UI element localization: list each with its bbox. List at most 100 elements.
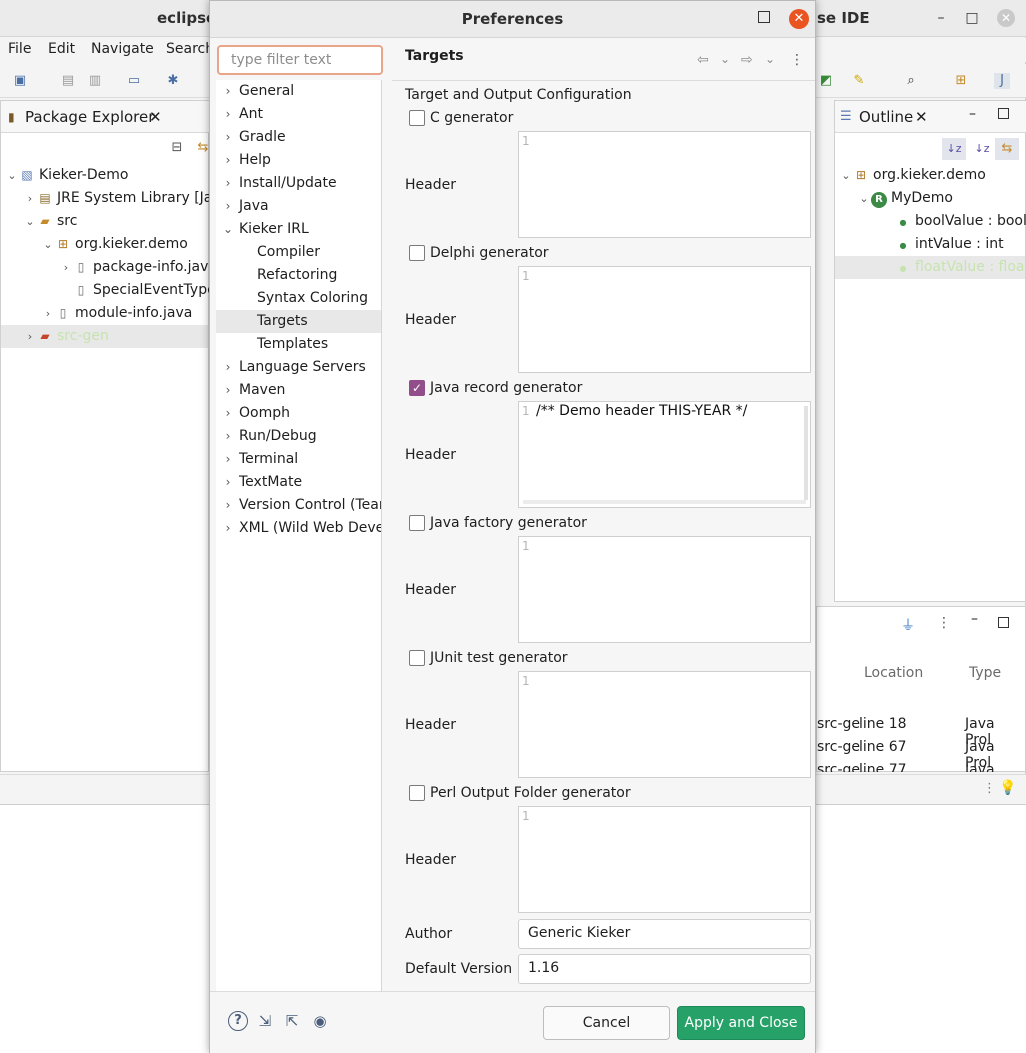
nav-item-run-debug[interactable]: › Run/Debug [216,425,381,448]
tree-item-src[interactable]: ⌄ ▰ src [23,210,77,233]
vertical-scrollbar[interactable] [804,406,808,500]
minimize-icon[interactable]: – [969,106,976,122]
close-icon[interactable]: ✕ [789,9,809,29]
sort-fields-icon[interactable]: ↓z [971,138,993,160]
outline-item-field[interactable]: ● floatValue : float [835,256,1026,279]
minimize-icon[interactable]: – [971,611,978,627]
menu-file[interactable]: File [8,41,31,57]
forward-icon[interactable]: ⇨ [741,52,753,68]
horizontal-scrollbar[interactable] [523,500,806,504]
cancel-button[interactable]: Cancel [543,1006,670,1040]
nav-item-maven[interactable]: › Maven [216,379,381,402]
view-menu-icon[interactable]: ⋮ [937,615,951,631]
table-row[interactable]: src-ge line 77 Java Prol [817,762,1025,772]
chevron-down-icon[interactable]: ⌄ [222,218,234,241]
terminal-icon[interactable]: ▭ [126,73,142,89]
chevron-right-icon[interactable]: › [222,103,234,126]
java-record-generator-checkbox[interactable]: ✓ [409,380,425,396]
chevron-down-icon[interactable]: ⌄ [5,164,19,187]
chevron-right-icon[interactable]: › [222,517,234,540]
menu-edit[interactable]: Edit [48,41,75,57]
nav-item-terminal[interactable]: › Terminal [216,448,381,471]
import-icon[interactable]: ⇲ [255,1011,275,1031]
column-header-type[interactable]: Type [969,665,1001,681]
chevron-down-icon[interactable]: ⌄ [23,210,37,233]
collapse-all-icon[interactable]: ⊟ [169,140,185,156]
back-icon[interactable]: ⇦ [697,52,709,68]
c-generator-header-editor[interactable]: 1 [518,131,811,238]
maximize-icon[interactable] [758,11,770,23]
debug-icon[interactable]: ✱ [165,73,181,89]
outline-item-package[interactable]: ⌄ ⊞ org.kieker.demo [839,164,985,187]
menu-search[interactable]: Search [166,41,214,57]
new-icon[interactable]: ▣ [12,73,28,89]
close-icon[interactable]: ✕ [149,108,162,126]
nav-item-syntax-coloring[interactable]: Syntax Coloring [216,287,381,310]
link-editor-icon[interactable]: ⇆ [995,138,1019,160]
nav-item-version-control[interactable]: › Version Control (Team [216,494,381,517]
tree-item-jre[interactable]: › ▤ JRE System Library [Jav [23,187,221,210]
nav-item-language-servers[interactable]: › Language Servers [216,356,381,379]
maximize-icon[interactable]: □ [963,9,981,27]
menu-navigate[interactable]: Navigate [91,41,154,57]
nav-item-ant[interactable]: › Ant [216,103,381,126]
package-explorer-tab[interactable]: ▮ Package Explorer ✕ [1,101,209,133]
chevron-right-icon[interactable]: › [222,402,234,425]
chevron-down-icon[interactable]: ⌄ [720,52,730,66]
chevron-right-icon[interactable]: › [23,187,37,210]
close-icon[interactable]: ✕ [915,108,928,126]
tree-item-src-gen[interactable]: › ▰ src-gen [1,325,208,348]
junit-test-generator-checkbox[interactable] [409,650,425,666]
chevron-right-icon[interactable]: › [59,256,73,279]
delphi-generator-header-editor[interactable]: 1 [518,266,811,373]
default-version-field[interactable]: 1.16 [518,954,811,984]
sort-icon[interactable]: ↓z [942,138,966,160]
chevron-right-icon[interactable]: › [222,172,234,195]
delphi-generator-checkbox[interactable] [409,245,425,261]
table-row[interactable]: src-ge line 67 Java Prol [817,739,1025,771]
maximize-icon[interactable] [998,617,1009,628]
author-field[interactable]: Generic Kieker [518,919,811,949]
status-menu-icon[interactable]: ⋮ [983,781,996,796]
chevron-down-icon[interactable]: ⌄ [765,52,775,66]
java-factory-generator-checkbox[interactable] [409,515,425,531]
export-icon[interactable]: ⇱ [282,1011,302,1031]
nav-item-oomph[interactable]: › Oomph [216,402,381,425]
outline-tab[interactable]: ☰ Outline ✕ – [835,101,1026,133]
chevron-right-icon[interactable]: › [222,425,234,448]
minimize-icon[interactable]: – [932,9,950,27]
chevron-right-icon[interactable]: › [222,471,234,494]
outline-item-field[interactable]: ● intValue : int [895,233,1004,256]
nav-item-refactoring[interactable]: Refactoring [216,264,381,287]
perl-output-generator-checkbox[interactable] [409,785,425,801]
chevron-right-icon[interactable]: › [222,149,234,172]
table-row[interactable]: src-ge line 18 Java Prol [817,716,1025,748]
apply-and-close-button[interactable]: Apply and Close [677,1006,805,1040]
java-record-generator-header-editor[interactable]: 1 /** Demo header THIS-YEAR */ [518,401,811,508]
nav-item-general[interactable]: › General [216,80,381,103]
view-menu-icon[interactable]: ⋮ [790,52,804,68]
tree-item-package[interactable]: ⌄ ⊞ org.kieker.demo [41,233,187,256]
open-type-icon[interactable]: ◩ [818,73,834,89]
outline-item-record[interactable]: ⌄ R MyDemo [857,187,953,210]
highlight-icon[interactable]: ✎ [851,73,867,89]
chevron-down-icon[interactable]: ⌄ [839,164,853,187]
search-icon[interactable]: ⌕ [903,73,919,89]
chevron-right-icon[interactable]: › [222,494,234,517]
filter-icon[interactable]: ⏚ [901,615,915,635]
nav-item-textmate[interactable]: › TextMate [216,471,381,494]
lightbulb-icon[interactable]: 💡 [999,780,1016,796]
chevron-right-icon[interactable]: › [222,448,234,471]
tree-item-module-info[interactable]: › ▯ module-info.java [41,302,193,325]
nav-item-templates[interactable]: Templates [216,333,381,356]
chevron-right-icon[interactable]: › [222,126,234,149]
nav-item-java[interactable]: › Java [216,195,381,218]
help-icon[interactable]: ? [228,1011,248,1031]
filter-input[interactable]: type filter text [217,45,383,75]
chevron-right-icon[interactable]: › [222,356,234,379]
save-all-icon[interactable]: ▥ [87,73,103,89]
junit-test-generator-header-editor[interactable]: 1 [518,671,811,778]
c-generator-checkbox[interactable] [409,110,425,126]
save-icon[interactable]: ▤ [60,73,76,89]
tree-item-package-info[interactable]: › ▯ package-info.java [59,256,217,279]
